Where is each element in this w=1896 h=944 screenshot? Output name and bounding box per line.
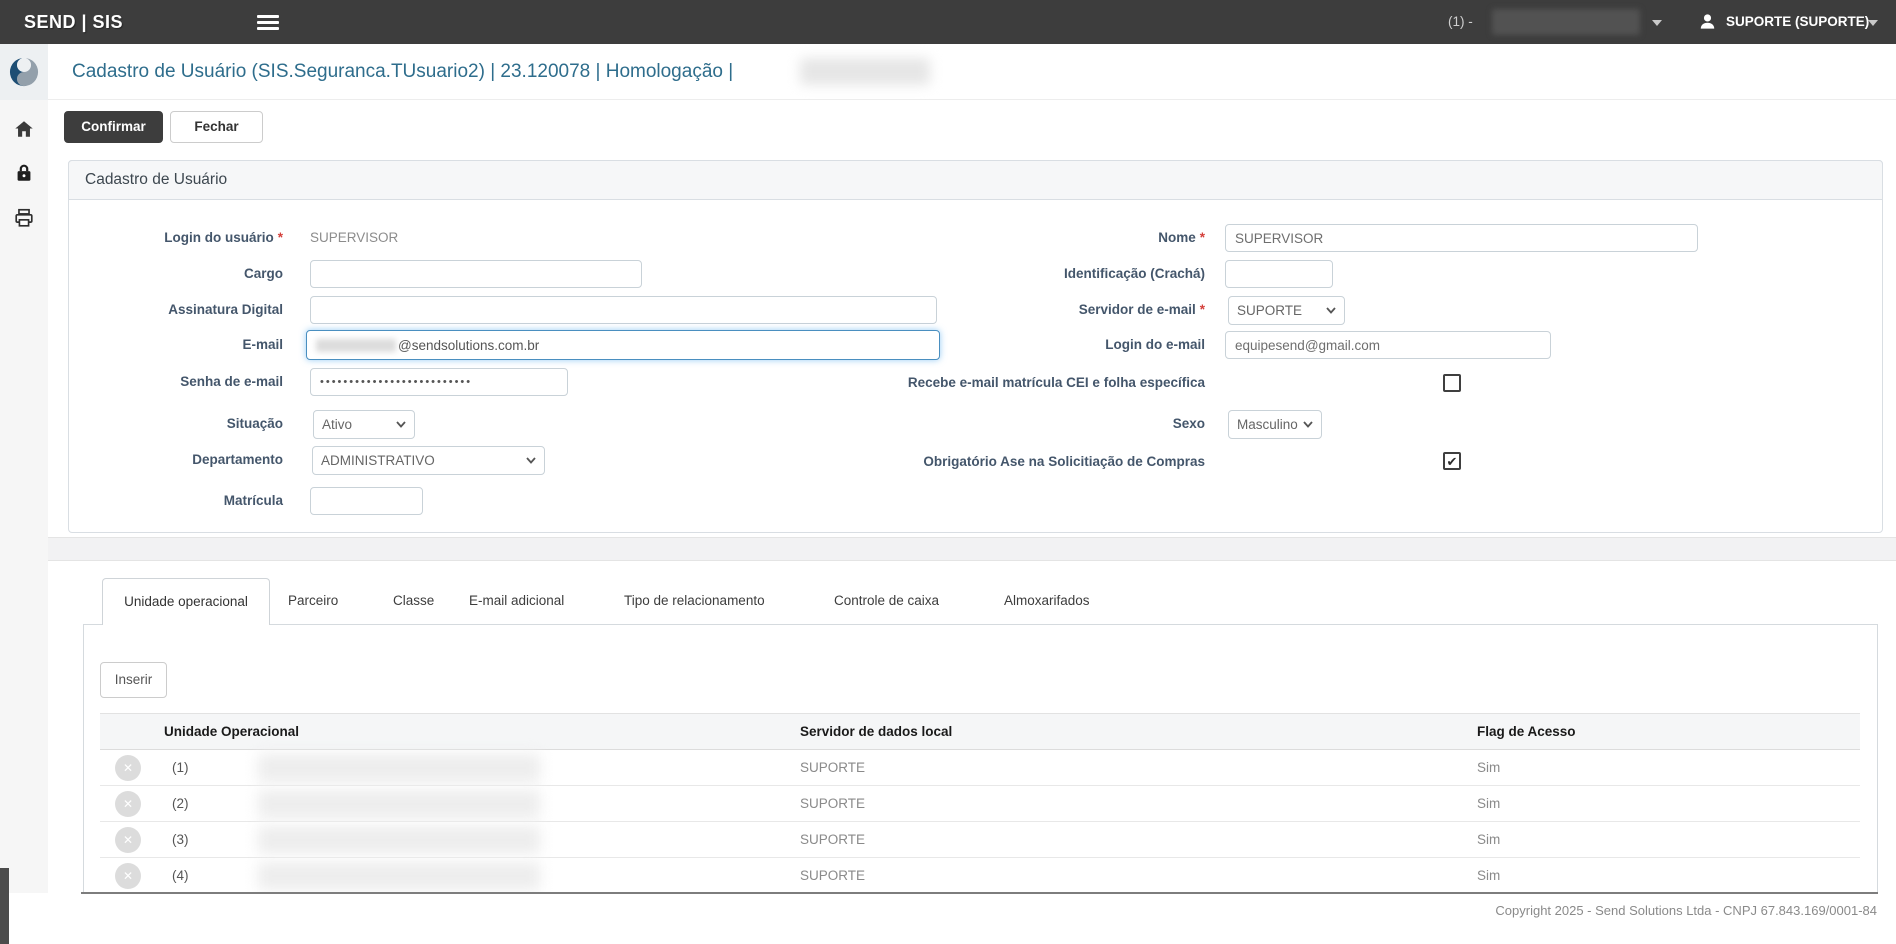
email-redacted	[316, 339, 396, 352]
table-row: ✕ (4) SUPORTE Sim	[100, 858, 1860, 892]
sidebar	[0, 100, 48, 893]
unit-caret-down-icon[interactable]	[1652, 20, 1662, 26]
obrigatorio-checkbox[interactable]: ✔	[1443, 452, 1461, 470]
logo-box	[0, 44, 48, 100]
nome-label: Nome*	[835, 224, 1205, 252]
chevron-down-icon	[526, 457, 536, 464]
panel-title: Cadastro de Usuário	[68, 160, 1883, 200]
insert-button[interactable]: Inserir	[100, 662, 167, 698]
row-server: SUPORTE	[800, 822, 865, 858]
row-number: (3)	[172, 822, 189, 858]
row-flag: Sim	[1477, 858, 1500, 892]
print-icon[interactable]	[13, 207, 35, 229]
nome-input[interactable]	[1225, 224, 1698, 252]
row-flag: Sim	[1477, 786, 1500, 822]
row-number: (4)	[172, 858, 189, 892]
tab-almoxarifados[interactable]: Almoxarifados	[1004, 578, 1090, 624]
delete-row-button[interactable]: ✕	[115, 755, 141, 781]
tab-tipo-relacionamento[interactable]: Tipo de relacionamento	[624, 578, 765, 624]
row-name-redacted	[258, 862, 540, 890]
recebe-label: Recebe e-mail matrícula CEI e folha espe…	[835, 369, 1205, 397]
departamento-select[interactable]: ADMINISTRATIVO	[312, 446, 545, 475]
recebe-checkbox[interactable]	[1443, 374, 1461, 392]
cargo-label: Cargo	[68, 260, 283, 288]
row-flag: Sim	[1477, 822, 1500, 858]
row-number: (2)	[172, 786, 189, 822]
hamburger-menu-icon[interactable]	[257, 15, 279, 30]
obrigatorio-label: Obrigatório Ase na Solicitiação de Compr…	[835, 448, 1205, 476]
delete-row-button[interactable]: ✕	[115, 863, 141, 889]
column-unidade-operacional: Unidade Operacional	[164, 713, 299, 750]
delete-row-button[interactable]: ✕	[115, 791, 141, 817]
row-server: SUPORTE	[800, 858, 865, 892]
servidor-select[interactable]: SUPORTE	[1228, 296, 1345, 325]
login-label: Login do usuário*	[68, 224, 283, 252]
login-email-label: Login do e-mail	[835, 331, 1205, 359]
left-edge-strip	[0, 868, 9, 944]
grid-header	[100, 713, 1860, 750]
tab-parceiro[interactable]: Parceiro	[288, 578, 338, 624]
column-servidor-dados: Servidor de dados local	[800, 713, 952, 750]
email-label: E-mail	[68, 331, 283, 359]
table-row: ✕ (2) SUPORTE Sim	[100, 786, 1860, 822]
row-server: SUPORTE	[800, 750, 865, 786]
user-menu[interactable]: SUPORTE (SUPORTE)	[1726, 0, 1869, 44]
senha-label: Senha de e-mail	[68, 368, 283, 396]
app-window: SEND | SIS (1) - SUPORTE (SUPORTE) Cadas…	[0, 0, 1896, 944]
send-logo-icon	[9, 57, 39, 87]
page-title: Cadastro de Usuário (SIS.Seguranca.TUsua…	[72, 44, 733, 100]
topbar: SEND | SIS (1) - SUPORTE (SUPORTE)	[0, 0, 1896, 44]
login-email-input[interactable]	[1225, 331, 1551, 359]
confirm-button[interactable]: Confirmar	[64, 111, 163, 143]
unit-prefix: (1) -	[1448, 0, 1473, 44]
close-button[interactable]: Fechar	[170, 111, 263, 143]
row-name-redacted	[258, 826, 540, 854]
home-icon[interactable]	[13, 118, 35, 140]
situacao-select[interactable]: Ativo	[313, 410, 415, 439]
matricula-label: Matrícula	[68, 487, 283, 515]
assinatura-label: Assinatura Digital	[68, 296, 283, 324]
tab-controle-caixa[interactable]: Controle de caixa	[834, 578, 939, 624]
page-title-redacted	[800, 58, 930, 85]
table-row: ✕ (3) SUPORTE Sim	[100, 822, 1860, 858]
check-icon: ✔	[1447, 455, 1458, 468]
unit-selector-redacted[interactable]	[1492, 9, 1640, 35]
column-flag-acesso: Flag de Acesso	[1477, 713, 1576, 750]
chevron-down-icon	[1326, 307, 1336, 314]
row-server: SUPORTE	[800, 786, 865, 822]
identificacao-label: Identificação (Crachá)	[835, 260, 1205, 288]
tab-unidade-operacional[interactable]: Unidade operacional	[102, 578, 270, 625]
delete-row-button[interactable]: ✕	[115, 827, 141, 853]
chevron-down-icon	[396, 421, 406, 428]
login-value: SUPERVISOR	[310, 224, 398, 252]
app-brand: SEND | SIS	[24, 0, 123, 44]
cargo-input[interactable]	[310, 260, 642, 288]
email-domain: @sendsolutions.com.br	[398, 338, 539, 353]
content-bottom-border	[81, 892, 1878, 894]
table-row: ✕ (1) SUPORTE Sim	[100, 750, 1860, 786]
section-separator	[48, 537, 1896, 561]
copyright-text: Copyright 2025 - Send Solutions Ltda - C…	[1495, 903, 1877, 918]
sexo-select[interactable]: Masculino	[1228, 410, 1322, 439]
departamento-label: Departamento	[68, 446, 283, 474]
row-name-redacted	[258, 754, 540, 782]
row-flag: Sim	[1477, 750, 1500, 786]
sexo-label: Sexo	[835, 410, 1205, 438]
tab-classe[interactable]: Classe	[393, 578, 434, 624]
lock-icon[interactable]	[13, 162, 35, 184]
user-icon	[1698, 12, 1717, 31]
row-number: (1)	[172, 750, 189, 786]
senha-input[interactable]: ••••••••••••••••••••••••••	[310, 368, 568, 396]
chevron-down-icon	[1303, 421, 1313, 428]
situacao-label: Situação	[68, 410, 283, 438]
user-caret-down-icon[interactable]	[1868, 20, 1878, 26]
matricula-input[interactable]	[310, 487, 423, 515]
row-name-redacted	[258, 790, 540, 818]
servidor-label: Servidor de e-mail*	[835, 296, 1205, 324]
identificacao-input[interactable]	[1225, 260, 1333, 288]
tab-email-adicional[interactable]: E-mail adicional	[469, 578, 564, 624]
